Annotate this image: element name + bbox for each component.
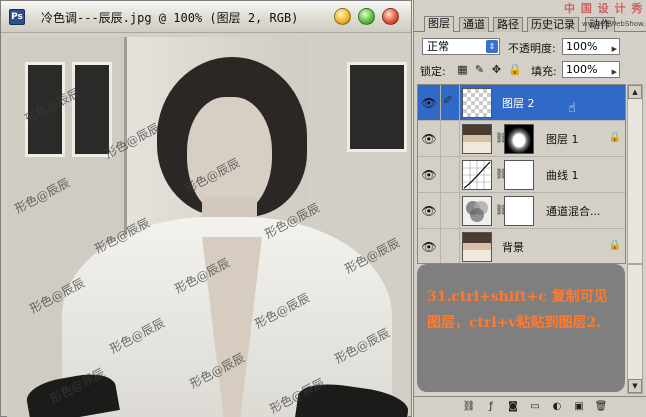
maximize-button[interactable] bbox=[358, 8, 375, 25]
tab-paths[interactable]: 路径 bbox=[493, 17, 523, 32]
layer-mask-thumbnail[interactable] bbox=[504, 124, 534, 154]
layer-name[interactable]: 图层 2 bbox=[502, 95, 535, 111]
curves-graph-icon bbox=[463, 161, 491, 189]
document-title: 冷色调---辰辰.jpg @ 100% (图层 2, RGB) bbox=[41, 11, 299, 25]
window-pane bbox=[347, 62, 407, 152]
blend-mode-value: 正常 bbox=[427, 40, 449, 53]
eye-icon[interactable]: 👁 bbox=[420, 202, 438, 220]
layer-row-curves1[interactable]: 👁 ⛓ 曲线 1 bbox=[418, 157, 625, 193]
lock-icon: 🔒 bbox=[608, 132, 621, 143]
fill-value: 100% bbox=[566, 63, 598, 76]
lock-transparency-icon[interactable]: ▦ bbox=[456, 63, 469, 76]
layer-row-layer1[interactable]: 👁 ⛓ 图层 1 🔒 bbox=[418, 121, 625, 157]
layer-thumbnail bbox=[462, 88, 492, 118]
close-button[interactable] bbox=[382, 8, 399, 25]
tab-layers[interactable]: 图层 bbox=[424, 16, 454, 32]
eye-icon[interactable]: 👁 bbox=[420, 166, 438, 184]
scroll-down-arrow-icon[interactable]: ▼ bbox=[628, 379, 642, 393]
hand-cursor-icon: ☝ bbox=[568, 101, 576, 116]
lock-move-icon[interactable]: ✥ bbox=[490, 63, 503, 76]
link-layers-icon[interactable]: ⛓ bbox=[462, 400, 476, 414]
blend-mode-select[interactable]: 正常 ⇕ bbox=[422, 38, 500, 55]
layer-name[interactable]: 曲线 1 bbox=[546, 167, 579, 183]
layer-link-box[interactable] bbox=[440, 121, 460, 157]
tutorial-note: 31.ctrl+shift+c 复制可见图层，ctrl+v粘贴到图层2. bbox=[417, 264, 625, 392]
site-url: www.EnWebShow.com bbox=[582, 20, 646, 28]
layers-list: 👁 ✐ 图层 2 ☝ 👁 ⛓ 图层 1 🔒 👁 ⛓ 曲线 1 👁 ⛓ 通道混合.… bbox=[417, 84, 626, 264]
layer-mask-thumbnail[interactable] bbox=[504, 196, 534, 226]
delete-layer-icon[interactable]: 🗑 bbox=[594, 400, 608, 414]
layers-scrollbar[interactable]: ▲ bbox=[627, 84, 643, 264]
lock-row: 锁定: ▦ ✎ ✥ 🔒 填充: 100% ▶ bbox=[414, 60, 646, 80]
arrow-right-icon[interactable]: ▶ bbox=[612, 42, 617, 57]
lock-paint-icon[interactable]: ✎ bbox=[473, 63, 486, 76]
layer-row-background[interactable]: 👁 背景 🔒 bbox=[418, 229, 625, 263]
layers-scrollbar-lower[interactable]: ▼ bbox=[627, 264, 643, 394]
lock-icon: 🔒 bbox=[608, 240, 621, 251]
new-layer-icon[interactable]: ▣ bbox=[572, 400, 586, 414]
scroll-up-arrow-icon[interactable]: ▲ bbox=[628, 85, 642, 99]
opacity-field[interactable]: 100% ▶ bbox=[562, 38, 620, 55]
brush-icon: ✐ bbox=[443, 93, 454, 107]
layer-link-box[interactable] bbox=[440, 229, 460, 263]
document-title-bar[interactable]: Ps 冷色调---辰辰.jpg @ 100% (图层 2, RGB) bbox=[1, 1, 411, 33]
layers-bottom-toolbar: ⛓ ƒ ◙ ▭ ◐ ▣ 🗑 bbox=[414, 396, 646, 417]
eye-icon[interactable]: 👁 bbox=[420, 130, 438, 148]
canvas-image[interactable]: 形色@辰辰 形色@辰辰 形色@辰辰 形色@辰辰 形色@辰辰 形色@辰辰 形色@辰… bbox=[7, 37, 408, 417]
layer-row-channel-mixer[interactable]: 👁 ⛓ 通道混合... bbox=[418, 193, 625, 229]
lock-label: 锁定: bbox=[420, 65, 446, 78]
photoshop-icon: Ps bbox=[9, 9, 25, 25]
layer-thumbnail bbox=[462, 232, 492, 262]
mixer-circles-icon bbox=[466, 201, 488, 222]
blend-row: 正常 ⇕ 不透明度: 100% ▶ bbox=[414, 37, 646, 57]
fill-field[interactable]: 100% ▶ bbox=[562, 61, 620, 78]
opacity-value: 100% bbox=[566, 40, 598, 53]
fill-label: 填充: bbox=[531, 65, 557, 78]
eye-icon[interactable]: 👁 bbox=[420, 238, 438, 256]
layer-row-layer2[interactable]: 👁 ✐ 图层 2 ☝ bbox=[418, 85, 625, 121]
layer-name[interactable]: 背景 bbox=[502, 239, 524, 255]
add-style-icon[interactable]: ƒ bbox=[484, 400, 498, 414]
layer-link-box[interactable] bbox=[440, 193, 460, 229]
add-mask-icon[interactable]: ◙ bbox=[506, 400, 520, 414]
layer-mask-thumbnail[interactable] bbox=[504, 160, 534, 190]
layer-link-box[interactable] bbox=[440, 157, 460, 193]
screen: Ps 冷色调---辰辰.jpg @ 100% (图层 2, RGB) 形色@辰辰 bbox=[0, 0, 646, 417]
new-adjustment-icon[interactable]: ◐ bbox=[550, 400, 564, 414]
channel-mixer-icon bbox=[462, 196, 492, 226]
document-window: Ps 冷色调---辰辰.jpg @ 100% (图层 2, RGB) 形色@辰辰 bbox=[0, 0, 412, 417]
opacity-label: 不透明度: bbox=[508, 42, 556, 55]
arrow-right-icon[interactable]: ▶ bbox=[612, 65, 617, 80]
window-pane bbox=[72, 62, 112, 157]
layer-name[interactable]: 通道混合... bbox=[546, 203, 601, 219]
layer-thumbnail bbox=[462, 124, 492, 154]
minimize-button[interactable] bbox=[334, 8, 351, 25]
eye-icon[interactable]: 👁 bbox=[420, 94, 438, 112]
tab-history[interactable]: 历史记录 bbox=[527, 17, 579, 32]
new-group-icon[interactable]: ▭ bbox=[528, 400, 542, 414]
layer-name[interactable]: 图层 1 bbox=[546, 131, 579, 147]
tutorial-note-text: 31.ctrl+shift+c 复制可见图层，ctrl+v粘贴到图层2. bbox=[427, 289, 608, 331]
lock-all-icon[interactable]: 🔒 bbox=[508, 63, 522, 76]
dropdown-arrow-icon: ⇕ bbox=[486, 40, 498, 53]
curves-adjustment-icon bbox=[462, 160, 492, 190]
tab-channels[interactable]: 通道 bbox=[459, 17, 489, 32]
